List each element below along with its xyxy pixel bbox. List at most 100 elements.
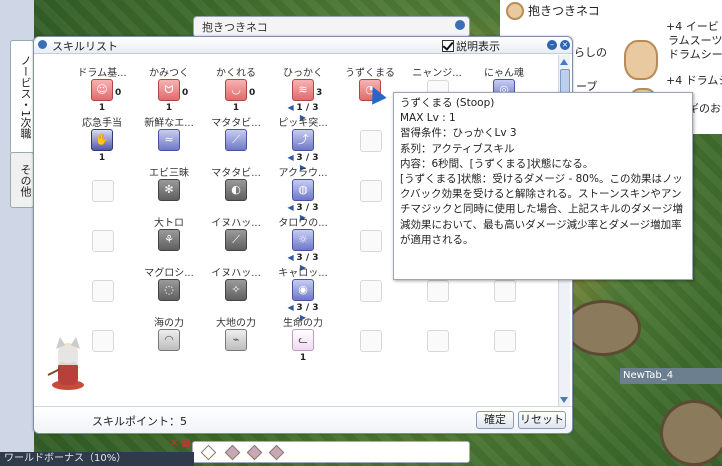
- skill-earth-icon[interactable]: ⌁: [225, 329, 247, 351]
- tooltip-max-lv: MAX Lv : 1: [400, 112, 456, 125]
- skill-sea-icon[interactable]: ◠: [158, 329, 180, 351]
- skill-glyph: ≋: [298, 83, 308, 96]
- close-icon[interactable]: ×: [560, 40, 570, 50]
- skill-glyph: ✋: [95, 133, 109, 146]
- status-icons: ✕ ▦: [170, 438, 192, 449]
- skill-emergency-icon[interactable]: ✋: [91, 129, 113, 151]
- skill-glyph: ᗢ: [164, 83, 174, 96]
- skill-name: 海の力: [154, 318, 184, 329]
- tooltip-type: 系列：アクティブスキル: [400, 142, 515, 155]
- skill-cell-earth[interactable]: 大地の力 ⌁: [204, 304, 268, 368]
- skill-drum-icon[interactable]: ☺: [91, 79, 113, 101]
- hotbar-slot-icon[interactable]: [224, 444, 241, 461]
- skill-isuha1-icon[interactable]: ⟋: [225, 229, 247, 251]
- confirm-button[interactable]: 確定: [476, 411, 514, 429]
- skill-life-icon[interactable]: ᓚ: [292, 329, 314, 351]
- stone-decoration: [660, 400, 722, 466]
- tab-novice-first-class[interactable]: ノービス・1次職: [10, 40, 34, 154]
- skill-level: 1: [299, 353, 307, 363]
- right-panel-line: ドラムシー: [668, 48, 722, 61]
- skill-matatabi2-icon[interactable]: ◐: [225, 179, 247, 201]
- reset-button[interactable]: リセット: [518, 411, 566, 429]
- empty-skill-slot: [360, 330, 382, 352]
- right-panel-title: 抱きつきネコ: [528, 4, 600, 18]
- hotbar-slot-icon[interactable]: [246, 444, 263, 461]
- skill-name: かくれる: [216, 68, 256, 79]
- skill-name: ドラム基...: [77, 68, 127, 79]
- skill-name: かみつく: [149, 68, 189, 79]
- tooltip-content: 内容：6秒間、[うずくまる]状態になる。: [400, 157, 594, 170]
- skill-remaining: 0: [115, 88, 122, 98]
- empty-skill-slot: [427, 330, 449, 352]
- skill-name: イヌハッ...: [211, 218, 261, 229]
- skill-name: マタタビ...: [211, 118, 261, 129]
- skill-glyph: ⟋: [232, 133, 240, 146]
- tooltip-header: うずくまる (Stoop): [400, 97, 495, 109]
- skill-tooltip: うずくまる (Stoop) MAX Lv : 1 習得条件：ひっかくLv 3 系…: [393, 92, 693, 280]
- skill-arclouse-icon[interactable]: ◍: [292, 179, 314, 201]
- skill-glyph: ◍: [298, 183, 308, 196]
- character-portrait: [624, 40, 658, 80]
- new-tab[interactable]: NewTab_4: [620, 368, 722, 384]
- skill-tuna-icon[interactable]: ⚘: [158, 229, 180, 251]
- skill-glyph: ≈: [164, 133, 174, 146]
- skill-name: タロウの...: [278, 218, 328, 229]
- background-window-cat[interactable]: 抱きつきネコ: [193, 16, 470, 38]
- skill-window-titlebar[interactable]: スキルリスト 説明表示 – ×: [34, 37, 572, 54]
- skill-cell-life[interactable]: 生命の力 ᓚ 1: [271, 304, 335, 368]
- skill-points: スキルポイント：5: [92, 415, 187, 428]
- skill-glyph: ◡: [231, 83, 241, 96]
- skill-maguro-icon[interactable]: ◌: [158, 279, 180, 301]
- skill-carrot-icon[interactable]: ◉: [292, 279, 314, 301]
- empty-skill-slot: [427, 280, 449, 302]
- hotbar[interactable]: [192, 441, 470, 463]
- skill-cell-sea[interactable]: 海の力 ◠: [137, 304, 201, 368]
- skill-name: 大地の力: [216, 318, 256, 329]
- skill-name: イヌハッ...: [211, 268, 261, 279]
- close-icon[interactable]: [455, 20, 465, 30]
- skill-remaining: 0: [249, 88, 256, 98]
- empty-skill-slot: [360, 280, 382, 302]
- skill-remaining: 0: [182, 88, 189, 98]
- skill-glyph: ◠: [164, 333, 174, 346]
- description-toggle[interactable]: 説明表示: [442, 38, 500, 54]
- skill-bite-icon[interactable]: ᗢ: [158, 79, 180, 101]
- skill-remaining: 3: [316, 88, 323, 98]
- skill-fresh-icon[interactable]: ≈: [158, 129, 180, 151]
- stone-decoration: [565, 300, 641, 356]
- empty-skill-slot: [360, 180, 382, 202]
- cat-icon: [506, 2, 524, 20]
- scroll-down-icon[interactable]: [560, 397, 568, 403]
- skill-shrimp-icon[interactable]: ✻: [158, 179, 180, 201]
- skill-glyph: ◐: [231, 183, 241, 196]
- skill-pikki-icon[interactable]: ⤴: [292, 129, 314, 151]
- skill-scratch-icon[interactable]: ≋: [292, 79, 314, 101]
- skill-name: マグロシ...: [144, 268, 194, 279]
- skill-hide-icon[interactable]: ◡: [225, 79, 247, 101]
- skill-name: キャロッ...: [278, 268, 328, 279]
- description-checkbox[interactable]: [442, 40, 454, 52]
- skill-matatabi1-icon[interactable]: ⟋: [225, 129, 247, 151]
- minimize-icon[interactable]: –: [547, 40, 557, 50]
- background-window-title: 抱きつきネコ: [202, 21, 268, 34]
- hotbar-slot-icon[interactable]: [268, 444, 285, 461]
- skill-name: ピッキ突...: [278, 118, 328, 129]
- hotbar-slot-icon[interactable]: [200, 444, 217, 461]
- skill-window-title: スキルリスト: [52, 40, 118, 53]
- skill-name: にゃん魂: [484, 68, 524, 79]
- skill-taro-icon[interactable]: ☼: [292, 229, 314, 251]
- tooltip-requirement: 習得条件：ひっかくLv 3: [400, 127, 517, 140]
- skill-isuha2-icon[interactable]: ✧: [225, 279, 247, 301]
- skill-glyph: ⌁: [232, 333, 240, 346]
- tooltip-effect: [うずくまる]状態：受けるダメージ - 80%。この効果はノックバック効果を受け…: [400, 173, 683, 246]
- scroll-up-icon[interactable]: [560, 59, 568, 65]
- skill-glyph: ᓚ: [298, 333, 308, 346]
- skill-name: うずくまる: [345, 68, 395, 79]
- window-icon: [38, 40, 47, 49]
- skill-glyph: ⚘: [164, 233, 174, 246]
- tab-other[interactable]: その他: [10, 152, 34, 208]
- empty-skill-slot: [92, 280, 114, 302]
- skill-glyph: ◉: [298, 283, 308, 296]
- empty-skill-slot: [92, 330, 114, 352]
- skill-name: アクラウ...: [278, 168, 328, 179]
